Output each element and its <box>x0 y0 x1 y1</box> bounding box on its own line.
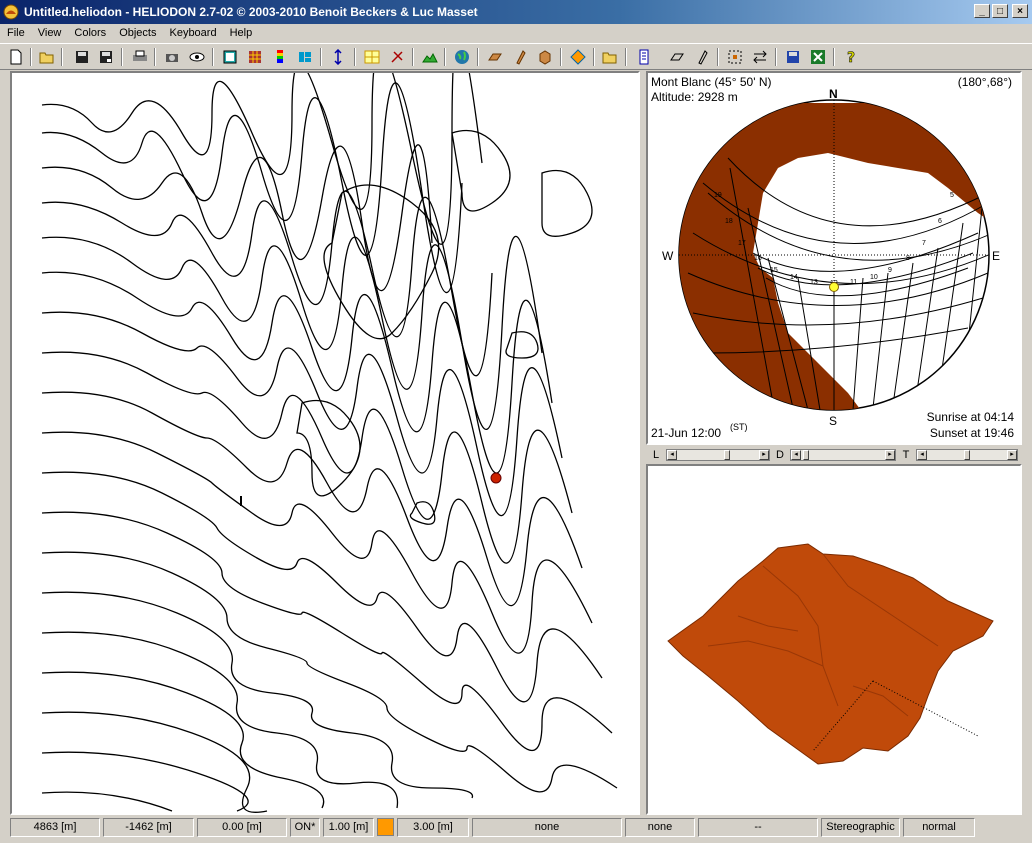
hour-label: 9 <box>888 267 892 274</box>
diamond-icon[interactable] <box>568 47 588 67</box>
terrain-icon[interactable] <box>420 47 440 67</box>
hour-label: 11 <box>850 279 857 286</box>
open-icon[interactable] <box>37 47 57 67</box>
hour-label: 17 <box>738 240 746 247</box>
terrain-3d-panel[interactable] <box>646 464 1022 815</box>
hour-label: 15 <box>770 267 778 274</box>
hour-label: 8 <box>906 255 910 262</box>
menu-help[interactable]: Help <box>223 24 259 43</box>
plane-icon[interactable] <box>485 47 505 67</box>
menu-view[interactable]: View <box>31 24 68 43</box>
slider-l[interactable]: ◂ ▸ <box>666 449 770 461</box>
menu-objects[interactable]: Objects <box>112 24 162 43</box>
north-label: N <box>829 87 838 101</box>
slider-l-thumb[interactable] <box>724 450 730 460</box>
pen-icon[interactable] <box>692 47 712 67</box>
hour-label: 19 <box>714 192 722 199</box>
window-title: Untitled.heliodon - HELIODON 2.7-02 © 20… <box>24 5 478 19</box>
grid-color-icon[interactable] <box>245 47 265 67</box>
contour-lines <box>41 73 618 813</box>
slider-d[interactable]: ◂ ▸ <box>790 449 896 461</box>
frame-icon[interactable] <box>220 47 240 67</box>
west-label: W <box>662 249 674 263</box>
hour-label: 14 <box>790 274 798 281</box>
date-time-label: 21-Jun 12:00 <box>651 426 722 440</box>
hour-label: 5 <box>950 192 954 199</box>
globe-icon[interactable] <box>452 47 472 67</box>
sunset-label: Sunset at 19:46 <box>929 426 1014 440</box>
palette-icon[interactable] <box>270 47 290 67</box>
folder-open-icon[interactable] <box>600 47 620 67</box>
swap-vertical-icon[interactable] <box>328 47 348 67</box>
slider-l-label: L <box>652 449 660 461</box>
minimize-button[interactable]: _ <box>974 4 990 18</box>
sun-position <box>829 282 839 292</box>
view-sliders: L ◂ ▸ D ◂ ▸ T ◂ ▸ <box>646 448 1022 462</box>
plane-outline-icon[interactable] <box>667 47 687 67</box>
status-bar: 4863 [m] -1462 [m] 0.00 [m] ON* 1.00 [m]… <box>0 817 1032 839</box>
print-icon[interactable] <box>130 47 150 67</box>
terrain-surface <box>667 543 994 765</box>
exchange-icon[interactable] <box>750 47 770 67</box>
slider-d-thumb[interactable] <box>803 450 809 460</box>
menu-file[interactable]: File <box>0 24 31 43</box>
menu-bar: File View Colors Objects Keyboard Help <box>0 24 1032 43</box>
hour-label: 16 <box>754 255 762 262</box>
status-scale: 1.00 [m] <box>323 818 374 837</box>
menu-colors[interactable]: Colors <box>67 24 112 43</box>
save-icon[interactable] <box>72 47 92 67</box>
menu-keyboard[interactable]: Keyboard <box>162 24 222 43</box>
tile-icon[interactable] <box>295 47 315 67</box>
slider-t-label: T <box>902 449 910 461</box>
svg-text:?: ? <box>847 50 855 65</box>
hour-label: 13 <box>810 279 818 286</box>
camera-icon[interactable] <box>162 47 182 67</box>
status-render-mode[interactable]: normal <box>903 818 975 837</box>
contour-map[interactable] <box>12 73 638 813</box>
standard-time-label: (ST) <box>730 422 748 432</box>
hour-label: 7 <box>922 240 926 247</box>
status-z: 0.00 [m] <box>197 818 287 837</box>
status-mode[interactable]: ON* <box>290 818 320 837</box>
hour-label: 18 <box>725 218 733 225</box>
help-icon[interactable]: ? <box>841 47 861 67</box>
status-field-2: none <box>625 818 695 837</box>
layout-icon[interactable] <box>362 47 382 67</box>
status-projection[interactable]: Stereographic <box>821 818 900 837</box>
pencil-icon[interactable] <box>510 47 530 67</box>
excel-icon[interactable] <box>808 47 828 67</box>
maximize-button[interactable]: □ <box>992 4 1008 18</box>
app-icon <box>3 4 19 20</box>
south-label: S <box>829 414 837 428</box>
sun-path-panel[interactable]: Mont Blanc (45° 50' N) Altitude: 2928 m … <box>646 71 1022 445</box>
status-x: 4863 [m] <box>10 818 100 837</box>
slider-t-thumb[interactable] <box>964 450 970 460</box>
title-bar: Untitled.heliodon - HELIODON 2.7-02 © 20… <box>0 0 1032 24</box>
document-icon[interactable] <box>634 47 654 67</box>
contour-map-panel[interactable] <box>10 71 640 815</box>
status-field-1: none <box>472 818 622 837</box>
location-marker[interactable] <box>490 472 502 484</box>
box-icon[interactable] <box>535 47 555 67</box>
status-step: 3.00 [m] <box>397 818 469 837</box>
eye-icon[interactable] <box>187 47 207 67</box>
color-swatch[interactable] <box>377 818 394 836</box>
new-icon[interactable] <box>6 47 26 67</box>
east-label: E <box>992 249 1000 263</box>
compass-icon[interactable] <box>387 47 407 67</box>
status-y: -1462 [m] <box>103 818 194 837</box>
save-as-icon[interactable] <box>96 47 116 67</box>
close-button[interactable]: × <box>1012 4 1028 18</box>
sunrise-label: Sunrise at 04:14 <box>926 410 1014 424</box>
save-data-icon[interactable] <box>783 47 803 67</box>
slider-d-label: D <box>776 449 784 461</box>
terrain-3d-view[interactable] <box>648 466 1020 813</box>
sun-path-diagram[interactable]: 5 6 7 8 9 10 11 12 13 14 15 16 17 18 19 … <box>648 73 1020 443</box>
select-icon[interactable] <box>725 47 745 67</box>
hour-label: 10 <box>870 274 878 281</box>
slider-t[interactable]: ◂ ▸ <box>916 449 1018 461</box>
hour-label: 6 <box>938 218 942 225</box>
toolbar: ? <box>0 43 1032 70</box>
status-field-3: -- <box>698 818 818 837</box>
